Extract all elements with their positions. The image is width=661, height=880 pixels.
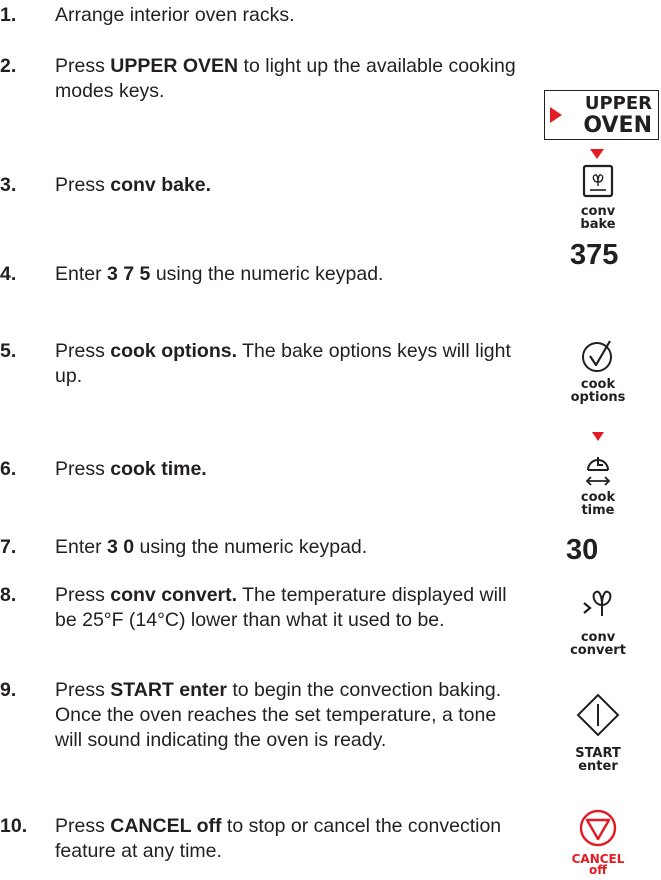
red-down-arrow-icon bbox=[590, 149, 604, 159]
cook-time-label-2: time bbox=[581, 503, 615, 518]
checkmark-circle-icon bbox=[582, 340, 612, 372]
cook-options-label-2: options bbox=[570, 390, 626, 405]
upper-label: UPPER bbox=[584, 93, 652, 114]
red-triangle-icon bbox=[550, 107, 562, 123]
red-down-arrow-icon bbox=[592, 432, 604, 441]
step-number: 9. bbox=[0, 679, 17, 701]
step-10: 10. Press CANCEL off to stop or cancel t… bbox=[0, 814, 525, 864]
cook-time-key[interactable]: cook time bbox=[573, 450, 623, 517]
step-number: 5. bbox=[0, 340, 17, 362]
step-number: 4. bbox=[0, 263, 17, 285]
diamond-icon bbox=[576, 693, 620, 737]
fan-icon bbox=[582, 164, 614, 198]
step-text: Press cook options. The bake options key… bbox=[55, 340, 511, 387]
step-text: Press cook time. bbox=[55, 458, 207, 480]
start-enter-key[interactable]: START enter bbox=[568, 693, 628, 773]
step-3: 3. Press conv bake. bbox=[0, 173, 525, 198]
step-number: 3. bbox=[0, 174, 17, 196]
step-number: 7. bbox=[0, 536, 17, 558]
step-text: Press UPPER OVEN to light up the availab… bbox=[55, 55, 516, 102]
step-text: Press conv bake. bbox=[55, 174, 212, 196]
cancel-off-key[interactable]: CANCEL off bbox=[568, 808, 628, 876]
step-text: Press START enter to begin the convectio… bbox=[55, 679, 502, 751]
step-5: 5. Press cook options. The bake options … bbox=[0, 339, 525, 389]
step-text: Arrange interior oven racks. bbox=[55, 4, 295, 26]
step-8: 8. Press conv convert. The temperature d… bbox=[0, 583, 525, 633]
step-text: Press conv convert. The temperature disp… bbox=[55, 584, 507, 631]
step-number: 1. bbox=[0, 4, 17, 26]
step-1: 1. Arrange interior oven racks. bbox=[0, 3, 525, 28]
step-number: 6. bbox=[0, 458, 17, 480]
conv-convert-key[interactable]: conv convert bbox=[566, 585, 630, 657]
enter-label: enter bbox=[578, 759, 618, 774]
step-text: Enter 3 7 5 using the numeric keypad. bbox=[55, 263, 384, 285]
convert-fan-icon bbox=[583, 590, 612, 616]
temperature-entry: 375 bbox=[570, 239, 619, 271]
step-2: 2. Press UPPER OVEN to light up the avai… bbox=[0, 54, 525, 104]
step-number: 2. bbox=[0, 55, 17, 77]
conv-bake-label-2: bake bbox=[580, 217, 616, 232]
triangle-circle-icon bbox=[579, 809, 617, 847]
off-label: off bbox=[589, 863, 607, 877]
conv-convert-label-2: convert bbox=[570, 643, 626, 658]
clock-arrows-icon bbox=[585, 457, 611, 486]
conv-bake-key[interactable]: conv bake bbox=[571, 164, 625, 231]
upper-oven-key[interactable]: UPPER OVEN bbox=[544, 90, 659, 140]
step-text: Enter 3 0 using the numeric keypad. bbox=[55, 536, 368, 558]
oven-label: OVEN bbox=[583, 113, 652, 138]
step-number: 8. bbox=[0, 584, 17, 606]
step-number: 10. bbox=[0, 815, 28, 837]
step-6: 6. Press cook time. bbox=[0, 457, 525, 482]
cook-time-entry: 30 bbox=[566, 534, 599, 566]
step-4: 4. Enter 3 7 5 using the numeric keypad. bbox=[0, 262, 525, 287]
cook-options-key[interactable]: cook options bbox=[566, 338, 630, 404]
step-9: 9. Press START enter to begin the convec… bbox=[0, 678, 525, 753]
step-text: Press CANCEL off to stop or cancel the c… bbox=[55, 815, 502, 862]
step-7: 7. Enter 3 0 using the numeric keypad. bbox=[0, 535, 525, 560]
